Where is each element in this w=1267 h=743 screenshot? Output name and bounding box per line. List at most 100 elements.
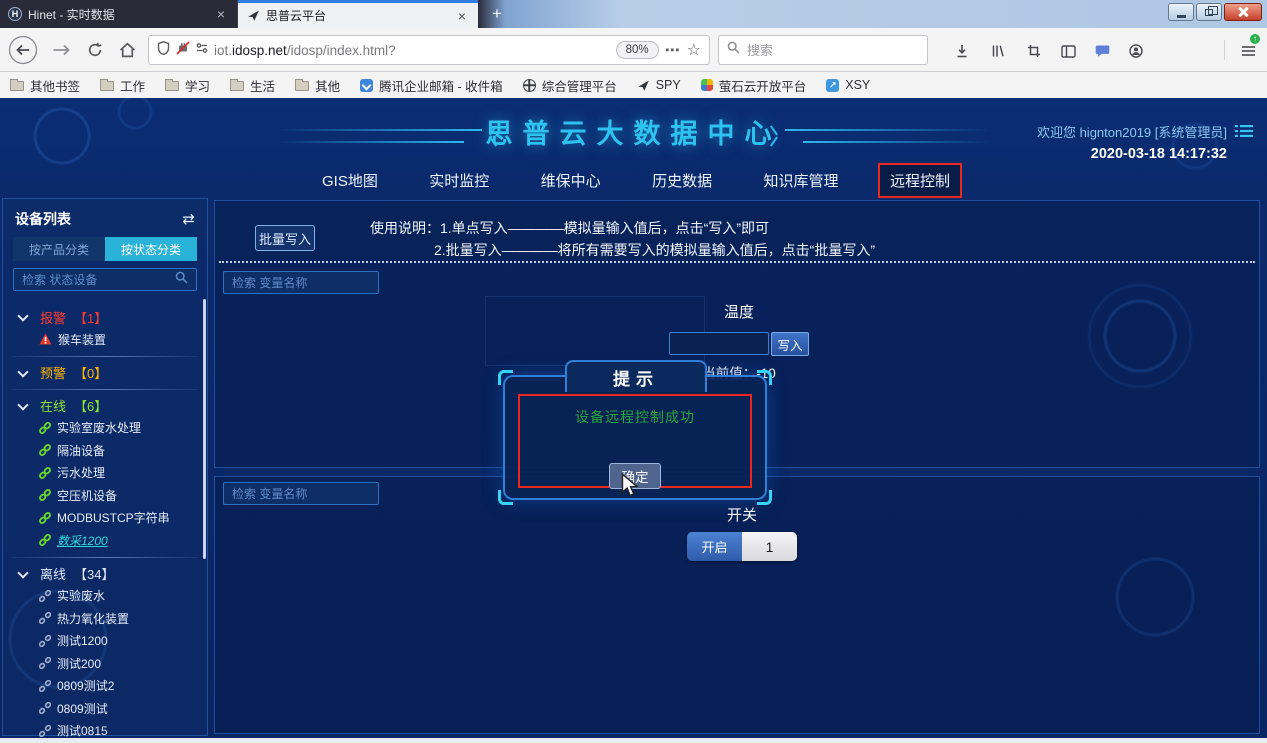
menu-hamburger-icon[interactable] (1238, 41, 1258, 61)
variable-search-box[interactable] (223, 271, 379, 294)
nav-item-4[interactable]: 知识库管理 (754, 165, 849, 196)
device-name: MODBUSTCP字符串 (57, 509, 170, 526)
variable-search-input[interactable] (232, 276, 370, 290)
device-group-header-2[interactable]: 在线【6】 (3, 395, 207, 417)
search-bar[interactable] (718, 35, 928, 65)
variable-search-box[interactable] (223, 482, 379, 505)
variable-search-input[interactable] (232, 487, 370, 501)
url-text[interactable]: iot.idosp.net/idosp/index.html? (214, 43, 610, 58)
device-item[interactable]: 测试1200 (3, 630, 207, 653)
window-controls (1168, 3, 1262, 21)
bookmark-label: 综合管理平台 (542, 76, 617, 95)
batch-write-button[interactable]: 批量写入 (255, 225, 315, 251)
folder-icon (10, 81, 24, 91)
variable-name-label: 开关 (687, 504, 797, 525)
tab-close-icon[interactable]: × (454, 8, 470, 24)
bookmark-item-1[interactable]: 工作 (100, 76, 145, 95)
group-label: 报警 (40, 308, 66, 327)
device-item[interactable]: 隔油设备 (3, 439, 207, 462)
restore-icon (1205, 9, 1213, 16)
bookmark-item-8[interactable]: 萤石云开放平台 (701, 76, 807, 95)
nav-item-2[interactable]: 维保中心 (531, 165, 611, 196)
device-item[interactable]: 0809测试2 (3, 675, 207, 698)
nav-item-1[interactable]: 实时监控 (419, 165, 499, 196)
bookmark-item-2[interactable]: 学习 (165, 76, 210, 95)
library-icon[interactable] (988, 41, 1008, 61)
nav-item-5[interactable]: 远程控制 (880, 165, 960, 196)
device-item[interactable]: MODBUSTCP字符串 (3, 507, 207, 530)
swap-icon[interactable]: ⇄ (182, 210, 195, 228)
device-item[interactable]: 实验室废水处理 (3, 417, 207, 440)
device-tree: 报警【1】猴车装置预警【0】在线【6】实验室废水处理隔油设备污水处理空压机设备 M… (3, 306, 207, 742)
device-group-header-1[interactable]: 预警【0】 (3, 362, 207, 384)
zoom-level-badge[interactable]: 80% (616, 41, 659, 59)
back-button[interactable] (8, 35, 38, 65)
switch-toggle[interactable]: 开启 1 (687, 532, 797, 561)
forward-button[interactable] (46, 35, 76, 65)
bookmark-item-9[interactable]: ↗XSY (826, 78, 870, 92)
search-icon (175, 271, 188, 289)
device-search-input[interactable] (22, 273, 175, 287)
plugin-blocked-icon[interactable] (176, 41, 190, 60)
sidebar-scrollbar[interactable] (203, 299, 206, 559)
screenshot-icon[interactable] (1024, 41, 1044, 61)
device-item[interactable]: 实验废水 (3, 585, 207, 608)
shield-icon[interactable] (157, 41, 170, 60)
bookmark-item-6[interactable]: 综合管理平台 (523, 76, 617, 95)
folder-icon (295, 81, 309, 91)
device-item[interactable]: 测试200 (3, 652, 207, 675)
search-icon (727, 41, 740, 59)
device-name: 测试1200 (57, 632, 108, 649)
write-button[interactable]: 写入 (771, 332, 809, 356)
dashed-separator (219, 261, 1255, 263)
mail-icon (360, 79, 373, 92)
browser-tab-sipu[interactable]: 思普云平台 × (238, 0, 478, 28)
list-menu-icon[interactable] (1235, 124, 1253, 143)
device-group-header-3[interactable]: 离线【34】 (3, 563, 207, 585)
bookmark-item-3[interactable]: 生活 (230, 76, 275, 95)
sidebar-toggle-icon[interactable] (1058, 41, 1078, 61)
main-navigation: GIS地图实时监控 维保中心历史数据 知识库管理远程控制 (312, 162, 960, 198)
folder-icon (165, 81, 179, 91)
sidebar-tab-1[interactable]: 按状态分类 (105, 237, 197, 261)
nav-item-3[interactable]: 历史数据 (642, 165, 722, 196)
url-bar[interactable]: iot.idosp.net/idosp/index.html? 80% ⋯ ☆ (148, 35, 710, 65)
bookmark-label: 学习 (185, 76, 210, 95)
permissions-icon[interactable] (196, 41, 208, 59)
usage-instructions-line1: 使用说明：1.单点写入————模拟量输入值后，点击“写入”即可 (370, 218, 769, 238)
device-item[interactable]: 猴车装置 (3, 328, 207, 351)
page-actions-icon[interactable]: ⋯ (665, 41, 681, 59)
device-item[interactable]: 空压机设备 (3, 484, 207, 507)
device-group-header-0[interactable]: 报警【1】 (3, 306, 207, 328)
home-button[interactable] (112, 35, 142, 65)
offline-icon (39, 657, 51, 669)
nav-item-0[interactable]: GIS地图 (312, 165, 388, 196)
window-minimize-button[interactable] (1168, 3, 1194, 21)
switch-on-button[interactable]: 开启 (687, 532, 742, 561)
account-icon[interactable] (1126, 41, 1146, 61)
device-item[interactable]: 0809测试 (3, 697, 207, 720)
downloads-icon[interactable] (952, 41, 972, 61)
bookmark-item-0[interactable]: 其他书签 (10, 76, 80, 95)
reload-button[interactable] (80, 35, 110, 65)
analog-value-input[interactable] (669, 332, 769, 355)
group-divider (11, 356, 199, 357)
device-search-box[interactable] (13, 268, 197, 291)
bookmark-item-4[interactable]: 其他 (295, 76, 340, 95)
bookmark-star-icon[interactable]: ☆ (687, 40, 701, 60)
window-restore-button[interactable] (1196, 3, 1222, 21)
device-name: 实验室废水处理 (57, 419, 141, 436)
search-input[interactable] (747, 43, 897, 58)
link-icon (39, 467, 51, 479)
device-item[interactable]: 污水处理 (3, 462, 207, 485)
window-close-button[interactable] (1224, 3, 1262, 21)
bookmark-item-5[interactable]: 腾讯企业邮箱 - 收件箱 (360, 76, 503, 95)
bookmark-item-7[interactable]: SPY (637, 78, 681, 92)
device-item[interactable]: 热力氧化装置 (3, 607, 207, 630)
device-item[interactable]: 数采1200 (3, 529, 207, 552)
tab-close-icon[interactable]: × (213, 6, 229, 22)
sidebar-tab-0[interactable]: 按产品分类 (13, 237, 105, 261)
chat-icon[interactable] (1092, 41, 1112, 61)
new-tab-button[interactable]: + (484, 2, 510, 26)
browser-tab-hinet[interactable]: H Hinet - 实时数据 × (0, 0, 238, 28)
